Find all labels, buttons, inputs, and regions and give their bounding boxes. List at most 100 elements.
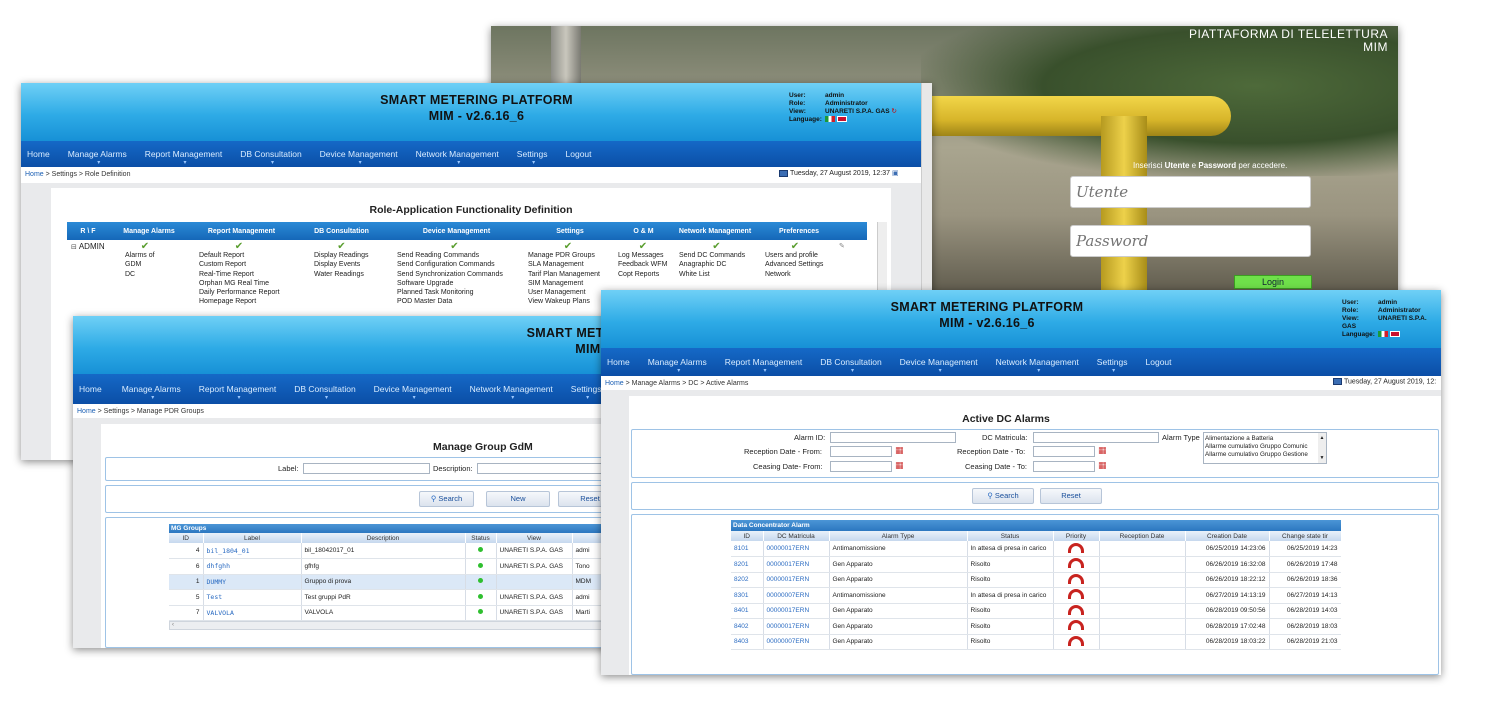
cell-dc-matricula[interactable]: 00000007ERN [763, 587, 830, 604]
nav-report-management[interactable]: Report Management [725, 357, 803, 374]
italian-flag-icon[interactable] [825, 116, 835, 123]
refresh-icon[interactable]: ↻ [891, 108, 896, 115]
check-icon[interactable]: ✔ [199, 241, 279, 251]
new-button[interactable]: New [486, 491, 550, 507]
calendar-icon[interactable]: ▦ [895, 460, 904, 471]
check-icon[interactable]: ✔ [125, 241, 165, 251]
table-row[interactable]: 8301 00000007ERN Antimanomissione In attesa… [731, 587, 1341, 604]
check-icon[interactable]: ✔ [679, 241, 754, 251]
alarm-type-option[interactable]: Allarme cumulativo Gruppo Gestione [1205, 451, 1316, 459]
breadcrumb-home[interactable]: Home [605, 380, 624, 387]
cell-dc-matricula[interactable]: 00000017ERN [763, 556, 830, 573]
alarm-type-listbox[interactable]: Alimentazione a Batteria Allarme cumulat… [1203, 432, 1327, 464]
search-button[interactable]: ⚲ Search [419, 491, 474, 507]
nav-home[interactable]: Home [607, 357, 630, 367]
nav-settings[interactable]: Settings [1097, 357, 1128, 374]
nav-settings[interactable]: Settings [571, 384, 602, 401]
cell-label[interactable]: dhfghh [203, 558, 302, 575]
cell-id[interactable]: 8101 [731, 541, 764, 557]
cell-id[interactable]: 8402 [731, 618, 764, 635]
check-icon[interactable]: ✔ [397, 241, 512, 251]
cell-dc-matricula[interactable]: 00000017ERN [763, 603, 830, 619]
calendar-icon[interactable]: ▦ [1098, 445, 1107, 456]
nav-network-management[interactable]: Network Management [416, 149, 499, 166]
table-row[interactable]: 5 Test Test gruppi PdR UNARETI S.P.A. GAS ad… [169, 589, 633, 606]
nav-manage-alarms[interactable]: Manage Alarms [122, 384, 181, 401]
reception-from-input[interactable] [830, 446, 892, 457]
cell-label[interactable]: DUMMY [203, 574, 302, 590]
cell-dc-matricula[interactable]: 00000017ERN [763, 541, 830, 557]
cell-dc-matricula[interactable]: 00000017ERN [763, 572, 830, 588]
col-id[interactable]: ID [169, 533, 204, 543]
alarm-id-input[interactable] [830, 432, 956, 443]
cell-dc-matricula[interactable]: 00000007ERN [763, 634, 830, 650]
reception-to-input[interactable] [1033, 446, 1095, 457]
nav-db-consultation[interactable]: DB Consultation [240, 149, 301, 166]
nav-db-consultation[interactable]: DB Consultation [820, 357, 881, 374]
reset-button[interactable]: Reset [1040, 488, 1102, 504]
col-status[interactable]: Status [465, 533, 497, 543]
cell-dc-matricula[interactable]: 00000017ERN [763, 618, 830, 635]
cell-id[interactable]: 8202 [731, 572, 764, 588]
cell-id[interactable]: 8401 [731, 603, 764, 619]
alarm-type-option[interactable]: Alimentazione a Batteria [1205, 435, 1316, 443]
dc-matricula-input[interactable] [1033, 432, 1159, 443]
italian-flag-icon[interactable] [1378, 331, 1388, 338]
nav-logout[interactable]: Logout [566, 149, 592, 159]
check-icon[interactable]: ✔ [528, 241, 608, 251]
col-change-state[interactable]: Change state tir [1269, 531, 1341, 541]
nav-manage-alarms[interactable]: Manage Alarms [648, 357, 707, 374]
check-icon[interactable]: ✔ [618, 241, 668, 251]
nav-home[interactable]: Home [79, 384, 102, 394]
nav-report-management[interactable]: Report Management [145, 149, 223, 166]
info-icon[interactable]: ▣ [892, 170, 899, 177]
nav-settings[interactable]: Settings [517, 149, 548, 166]
nav-logout[interactable]: Logout [1146, 357, 1172, 367]
nav-network-management[interactable]: Network Management [996, 357, 1079, 374]
cell-id[interactable]: 8403 [731, 634, 764, 650]
label-input[interactable] [303, 463, 430, 474]
nav-report-management[interactable]: Report Management [199, 384, 277, 401]
table-row[interactable]: 8202 00000017ERN Gen Apparato Risolto 06/26/… [731, 572, 1341, 588]
cell-id[interactable]: 8301 [731, 587, 764, 604]
nav-device-management[interactable]: Device Management [900, 357, 978, 374]
col-priority[interactable]: Priority [1053, 531, 1100, 541]
col-alarm-type[interactable]: Alarm Type [829, 531, 968, 541]
table-row[interactable]: 8402 00000017ERN Gen Apparato Risolto 06/28/… [731, 618, 1341, 635]
table-row[interactable]: 8403 00000007ERN Gen Apparato Risolto 06/28/… [731, 634, 1341, 650]
table-row[interactable]: 1 DUMMY Gruppo di prova MDM [169, 574, 633, 590]
col-description[interactable]: Description [301, 533, 466, 543]
table-row[interactable]: 4 bil_1804_01 bil_18042017_01 UNARETI S.P.A… [169, 543, 633, 559]
search-button[interactable]: ⚲ Search [972, 488, 1034, 504]
check-icon[interactable]: ✔ [314, 241, 369, 251]
nav-device-management[interactable]: Device Management [320, 149, 398, 166]
ceasing-to-input[interactable] [1033, 461, 1095, 472]
cell-label[interactable]: VALVOLA [203, 605, 302, 621]
nav-db-consultation[interactable]: DB Consultation [294, 384, 355, 401]
nav-home[interactable]: Home [27, 149, 50, 159]
nav-device-management[interactable]: Device Management [374, 384, 452, 401]
col-id[interactable]: ID [731, 531, 764, 541]
alarm-type-option[interactable]: Allarme cumulativo Gruppo Comunic [1205, 443, 1316, 451]
nav-network-management[interactable]: Network Management [470, 384, 553, 401]
calendar-icon[interactable]: ▦ [895, 445, 904, 456]
cell-label[interactable]: bil_1804_01 [203, 543, 302, 559]
col-reception-date[interactable]: Reception Date [1099, 531, 1186, 541]
english-flag-icon[interactable] [837, 116, 847, 123]
collapse-icon[interactable]: ⊟ [71, 244, 77, 251]
username-input[interactable] [1070, 176, 1311, 208]
nav-manage-alarms[interactable]: Manage Alarms [68, 149, 127, 166]
english-flag-icon[interactable] [1390, 331, 1400, 338]
table-row[interactable]: 8201 00000017ERN Gen Apparato Risolto 06/26/… [731, 556, 1341, 573]
password-input[interactable] [1070, 225, 1311, 257]
table-row[interactable]: 6 dhfghh gfhfg UNARETI S.P.A. GAS Tono [169, 558, 633, 575]
login-button[interactable]: Login [1234, 275, 1312, 289]
breadcrumb-home[interactable]: Home [25, 171, 44, 178]
col-dc-matricula[interactable]: DC Matricula [763, 531, 830, 541]
horizontal-scrollbar[interactable]: ‹ [169, 621, 633, 630]
cell-label[interactable]: Test [203, 589, 302, 606]
cell-id[interactable]: 8201 [731, 556, 764, 573]
col-creation-date[interactable]: Creation Date [1185, 531, 1270, 541]
breadcrumb-home[interactable]: Home [77, 408, 96, 415]
col-label[interactable]: Label [203, 533, 302, 543]
